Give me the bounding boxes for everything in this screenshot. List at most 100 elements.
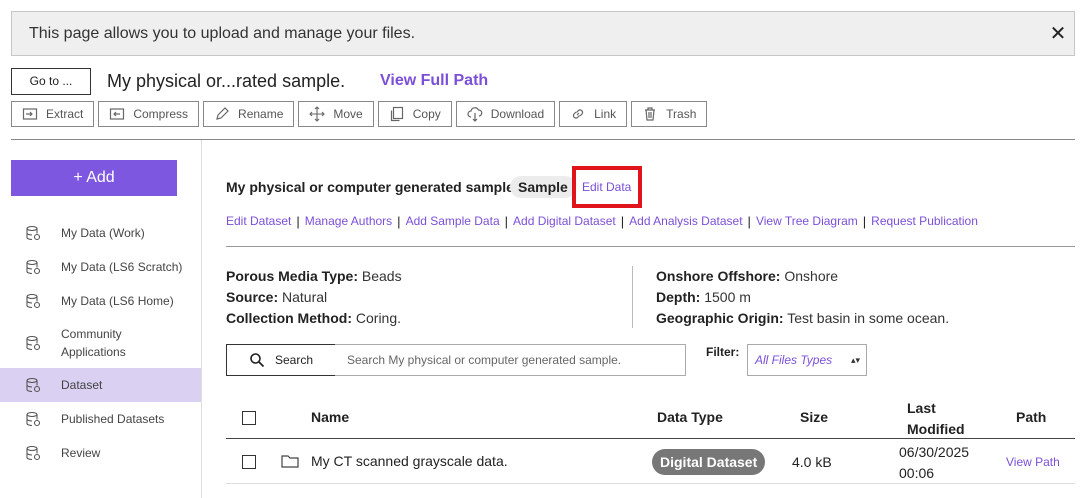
file-name-link[interactable]: My CT scanned grayscale data. [311, 453, 508, 469]
sidebar-item-my-data-work[interactable]: My Data (Work) [0, 216, 201, 250]
sidebar-item-dataset[interactable]: Dataset [0, 368, 201, 402]
manage-authors-link[interactable]: Manage Authors [305, 214, 392, 228]
info-banner: This page allows you to upload and manag… [11, 11, 1075, 56]
column-header-name[interactable]: Name [311, 409, 349, 425]
add-button[interactable]: + Add [11, 160, 177, 196]
action-separator: | [504, 214, 509, 229]
move-button[interactable]: Move [298, 101, 374, 127]
link-button[interactable]: Link [559, 101, 628, 127]
meta-value: Test basin in some ocean. [787, 310, 950, 326]
view-tree-diagram-link[interactable]: View Tree Diagram [756, 214, 858, 228]
sidebar-item-label: Published Datasets [61, 412, 165, 426]
copy-button[interactable]: Copy [377, 101, 452, 127]
link-label: Link [594, 107, 617, 121]
folder-icon [281, 455, 299, 468]
database-icon [26, 411, 41, 427]
banner-message: This page allows you to upload and manag… [29, 25, 416, 42]
request-publication-link[interactable]: Request Publication [871, 214, 978, 228]
column-header-data-type[interactable]: Data Type [657, 409, 723, 425]
meta-key: Source: [226, 289, 279, 305]
add-sample-data-link[interactable]: Add Sample Data [406, 214, 500, 228]
filter-value: All Files Types [755, 353, 833, 367]
sidebar-item-label: My Data (LS6 Scratch) [61, 260, 183, 274]
table-row-divider [226, 483, 1075, 484]
meta-key: Porous Media Type: [226, 268, 358, 284]
section-divider [226, 246, 1075, 247]
meta-value: Natural [282, 289, 328, 305]
copy-icon [390, 106, 403, 122]
sidebar-item-label: Community Applications [61, 327, 126, 359]
sidebar-item-my-data-ls6-home[interactable]: My Data (LS6 Home) [0, 284, 201, 318]
sidebar-item-published-datasets[interactable]: Published Datasets [0, 402, 201, 436]
header-line: Modified [907, 421, 965, 437]
link-icon [573, 109, 584, 119]
meta-value: 1500 m [704, 289, 751, 305]
sidebar-item-review[interactable]: Review [0, 436, 201, 470]
move-label: Move [333, 107, 363, 121]
meta-row-source: Source: Natural [226, 287, 402, 308]
row-checkbox[interactable] [242, 455, 256, 469]
file-toolbar: Extract Compress Rename Move Copy Downlo… [11, 101, 708, 127]
trash-button[interactable]: Trash [631, 101, 708, 127]
meta-key: Collection Method: [226, 310, 352, 326]
download-label: Download [490, 107, 545, 121]
meta-key: Geographic Origin: [656, 310, 784, 326]
modified-time: 00:06 [899, 465, 935, 481]
add-analysis-dataset-link[interactable]: Add Analysis Dataset [629, 214, 742, 228]
column-header-last-modified[interactable]: Last Modified [907, 398, 965, 440]
meta-row-onshore-offshore: Onshore Offshore: Onshore [656, 266, 949, 287]
dataset-actions: Edit Dataset | Manage Authors | Add Samp… [226, 213, 978, 230]
compress-icon [110, 108, 125, 120]
action-separator: | [397, 214, 401, 229]
sidebar-divider [201, 140, 202, 498]
column-header-path: Path [1016, 409, 1047, 425]
extract-label: Extract [46, 107, 84, 121]
sidebar-item-my-data-ls6-scratch[interactable]: My Data (LS6 Scratch) [0, 250, 201, 284]
meta-key: Onshore Offshore: [656, 268, 781, 284]
view-full-path-link[interactable]: View Full Path [380, 72, 488, 90]
select-caret-icon: ▴▾ [850, 355, 860, 365]
pencil-icon [216, 107, 229, 120]
dataset-type-badge: Sample [510, 176, 576, 198]
action-separator: | [620, 214, 625, 229]
add-digital-dataset-link[interactable]: Add Digital Dataset [513, 214, 616, 228]
compress-button[interactable]: Compress [98, 101, 200, 127]
modified-date: 06/30/2025 [899, 444, 970, 460]
extract-button[interactable]: Extract [11, 101, 95, 127]
edit-dataset-link[interactable]: Edit Dataset [226, 214, 291, 228]
action-separator: | [747, 214, 751, 229]
close-icon[interactable]: ✕ [1048, 24, 1068, 44]
last-modified: 06/30/2025 00:06 [899, 442, 969, 484]
go-to-button[interactable]: Go to ... [11, 68, 91, 95]
action-separator: | [862, 214, 867, 229]
meta-key: Depth: [656, 289, 701, 305]
path-title: My physical or...rated sample. [107, 71, 346, 91]
meta-row-porous-media-type: Porous Media Type: Beads [226, 266, 402, 287]
dataset-title: My physical or computer generated sample… [226, 179, 518, 195]
database-icon [26, 293, 41, 309]
sidebar-item-label: My Data (Work) [61, 226, 145, 240]
meta-value: Onshore [784, 268, 839, 284]
view-path-link[interactable]: View Path [1006, 455, 1060, 469]
copy-label: Copy [412, 107, 441, 121]
download-button[interactable]: Download [455, 101, 556, 127]
sidebar-item-label: My Data (LS6 Home) [61, 294, 174, 308]
database-icon [26, 259, 41, 275]
move-arrows-icon [309, 106, 326, 122]
edit-data-link[interactable]: Edit Data [582, 180, 631, 194]
rename-label: Rename [238, 107, 284, 121]
search-input[interactable] [335, 344, 686, 376]
extract-icon [22, 108, 38, 120]
meta-value: Coring. [355, 310, 402, 326]
file-type-filter-select[interactable]: All Files Types ▴▾ [747, 344, 867, 376]
metadata-right: Onshore Offshore: Onshore Depth: 1500 m … [656, 266, 949, 329]
column-header-size[interactable]: Size [800, 409, 828, 425]
action-separator: | [296, 214, 300, 229]
meta-row-depth: Depth: 1500 m [656, 287, 949, 308]
database-icon [26, 225, 41, 241]
select-all-checkbox[interactable] [242, 411, 256, 425]
search-button[interactable]: Search [226, 344, 336, 376]
data-type-badge: Digital Dataset [652, 449, 766, 475]
sidebar-item-community-applications[interactable]: Community Applications [0, 318, 201, 368]
rename-button[interactable]: Rename [203, 101, 295, 127]
